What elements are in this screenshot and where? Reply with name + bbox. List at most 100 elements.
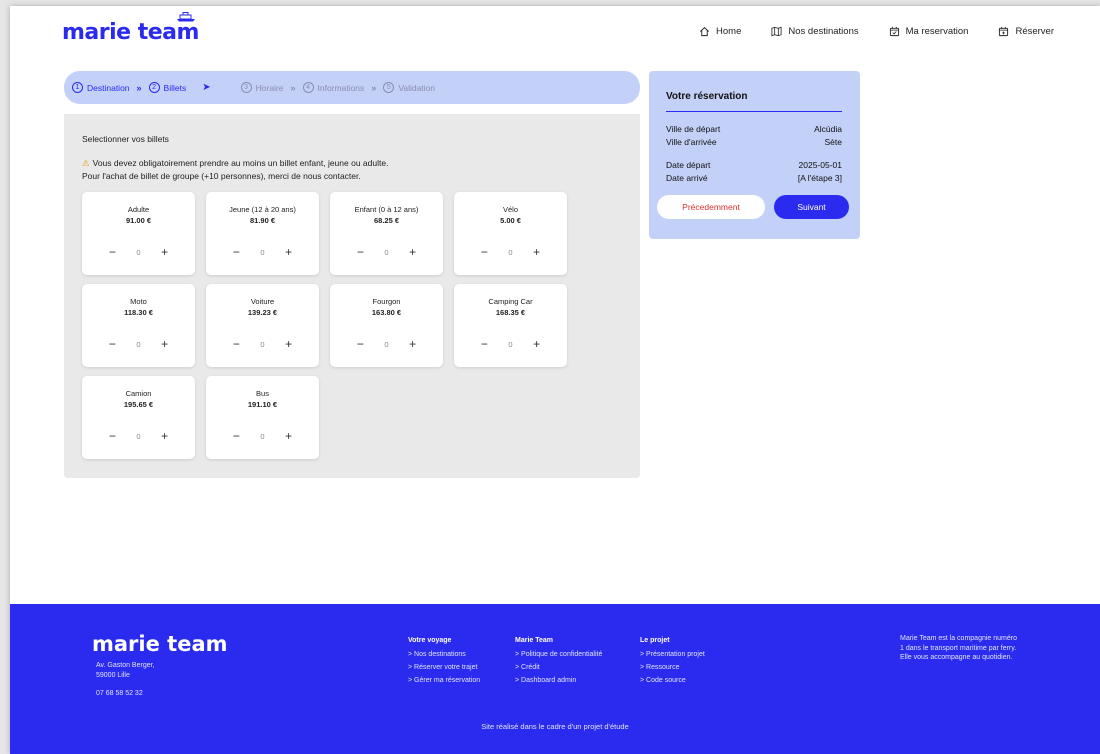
- quantity-stepper: − 0 +: [82, 429, 195, 443]
- depart-date-value: 2025-05-01: [798, 160, 842, 170]
- ticket-name: Moto: [130, 297, 147, 306]
- decrement-button[interactable]: −: [479, 245, 489, 259]
- reservation-summary: Votre réservation Ville de départ Alcúdi…: [649, 71, 860, 239]
- booking-stepper: 1 Destination » 2 Billets ➤ 3 Horaire » …: [64, 71, 640, 104]
- quantity-value: 0: [384, 339, 389, 349]
- step-number: 1: [72, 82, 83, 93]
- ticket-card-velo: Vélo 5.00 € − 0 +: [454, 192, 567, 275]
- step-separator: »: [371, 82, 377, 93]
- footer-link[interactable]: > Gérer ma réservation: [408, 674, 480, 687]
- ticket-name: Vélo: [502, 205, 518, 214]
- ticket-card-voiture: Voiture 139.23 € − 0 +: [206, 284, 319, 367]
- footer-phone: 07 68 58 52 32: [96, 690, 143, 697]
- calendar-check-icon: [889, 26, 899, 37]
- step-label: Informations: [317, 82, 365, 93]
- step-label: Billets: [163, 82, 187, 93]
- increment-button[interactable]: +: [284, 337, 294, 351]
- previous-button[interactable]: Précedemment: [657, 195, 765, 219]
- logo-text: marie team: [62, 20, 199, 45]
- quantity-value: 0: [260, 247, 265, 257]
- footer-link[interactable]: > Politique de confidentialité: [515, 648, 602, 661]
- footer-link[interactable]: > Présentation projet: [640, 648, 705, 661]
- increment-button[interactable]: +: [160, 429, 170, 443]
- arrival-date-value: [A l'étape 3]: [797, 173, 842, 183]
- depart-date-row: Date départ 2025-05-01: [666, 160, 842, 170]
- increment-button[interactable]: +: [160, 245, 170, 259]
- step-label: Horaire: [255, 82, 284, 93]
- depart-city-label: Ville de départ: [666, 124, 721, 134]
- footer-link[interactable]: > Réserver votre trajet: [408, 661, 480, 674]
- tickets-panel: Selectionner vos billets ⚠ Vous devez obl…: [64, 114, 640, 478]
- address-line: 59000 Lille: [96, 672, 130, 679]
- footer-col-marie-team: Marie Team > Politique de confidentialit…: [515, 634, 602, 687]
- step-billets[interactable]: 2 Billets: [148, 82, 187, 93]
- quantity-stepper: − 0 +: [206, 245, 319, 259]
- increment-button[interactable]: +: [284, 245, 294, 259]
- nav-home-label: Home: [716, 26, 742, 37]
- ticket-card-adulte: Adulte 91.00 € − 0 +: [82, 192, 195, 275]
- depart-city-value: Alcúdia: [814, 124, 842, 134]
- decrement-button[interactable]: −: [231, 245, 241, 259]
- arrival-date-label: Date arrivé: [666, 173, 708, 183]
- arrival-city-row: Ville d'arrivée Sète: [666, 137, 842, 147]
- reservation-title: Votre réservation: [666, 91, 748, 102]
- page: marie team Home Nos destinations Ma rese…: [10, 6, 1100, 754]
- decrement-button[interactable]: −: [355, 337, 365, 351]
- footer: marie team Av. Gaston Berger, 59000 Lill…: [10, 604, 1100, 754]
- quantity-value: 0: [260, 431, 265, 441]
- footer-link[interactable]: > Dashboard admin: [515, 674, 602, 687]
- depart-date-label: Date départ: [666, 160, 711, 170]
- footer-link[interactable]: > Ressource: [640, 661, 705, 674]
- next-button[interactable]: Suivant: [774, 195, 849, 219]
- decrement-button[interactable]: −: [107, 245, 117, 259]
- nav-ma-reservation[interactable]: Ma reservation: [889, 26, 969, 37]
- decrement-button[interactable]: −: [107, 337, 117, 351]
- decrement-button[interactable]: −: [107, 429, 117, 443]
- nav-reserver[interactable]: Réserver: [998, 26, 1054, 37]
- ticket-card-bus: Bus 191.10 € − 0 +: [206, 376, 319, 459]
- footer-col-title: Marie Team: [515, 637, 553, 644]
- quantity-value: 0: [136, 339, 141, 349]
- step-validation[interactable]: 5 Validation: [383, 82, 435, 93]
- ticket-card-enfant: Enfant (0 à 12 ans) 68.25 € − 0 +: [330, 192, 443, 275]
- nav-ma-reservation-label: Ma reservation: [905, 26, 969, 37]
- increment-button[interactable]: +: [408, 245, 418, 259]
- ticket-name: Camion: [125, 389, 152, 398]
- tickets-title: Selectionner vos billets: [82, 134, 169, 144]
- logo[interactable]: marie team: [62, 12, 199, 45]
- home-icon: [700, 27, 709, 37]
- step-horaire[interactable]: 3 Horaire: [240, 82, 284, 93]
- footer-link[interactable]: > Crédit: [515, 661, 602, 674]
- footer-link[interactable]: > Nos destinations: [408, 648, 480, 661]
- decrement-button[interactable]: −: [231, 337, 241, 351]
- increment-button[interactable]: +: [160, 337, 170, 351]
- footer-logo[interactable]: marie team: [92, 632, 228, 656]
- ticket-grid: Adulte 91.00 € − 0 + Jeune (12 à 20 ans)…: [82, 192, 572, 459]
- step-destination[interactable]: 1 Destination: [72, 82, 130, 93]
- quantity-value: 0: [384, 247, 389, 257]
- ticket-card-camping-car: Camping Car 168.35 € − 0 +: [454, 284, 567, 367]
- increment-button[interactable]: +: [532, 337, 542, 351]
- ticket-price: 81.90 €: [249, 216, 276, 225]
- nav-destinations[interactable]: Nos destinations: [771, 26, 859, 37]
- increment-button[interactable]: +: [532, 245, 542, 259]
- increment-button[interactable]: +: [284, 429, 294, 443]
- group-note: Pour l'achat de billet de groupe (+10 pe…: [82, 171, 361, 181]
- decrement-button[interactable]: −: [355, 245, 365, 259]
- footer-col-projet: Le projet > Présentation projet > Ressou…: [640, 634, 705, 687]
- quantity-value: 0: [136, 247, 141, 257]
- arrival-city-label: Ville d'arrivée: [666, 137, 717, 147]
- nav-home[interactable]: Home: [699, 26, 741, 37]
- depart-city-row: Ville de départ Alcúdia: [666, 124, 842, 134]
- main-nav: Home Nos destinations Ma reservation Rés…: [699, 26, 1054, 37]
- step-informations[interactable]: 4 Informations: [302, 82, 365, 93]
- nav-reserver-label: Réserver: [1015, 26, 1054, 37]
- step-number: 3: [240, 82, 252, 93]
- decrement-button[interactable]: −: [231, 429, 241, 443]
- calendar-plus-icon: [999, 26, 1009, 37]
- ticket-price: 91.00 €: [125, 216, 152, 225]
- increment-button[interactable]: +: [408, 337, 418, 351]
- decrement-button[interactable]: −: [479, 337, 489, 351]
- current-step-arrow-icon: ➤: [202, 82, 211, 93]
- footer-link[interactable]: > Code source: [640, 674, 705, 687]
